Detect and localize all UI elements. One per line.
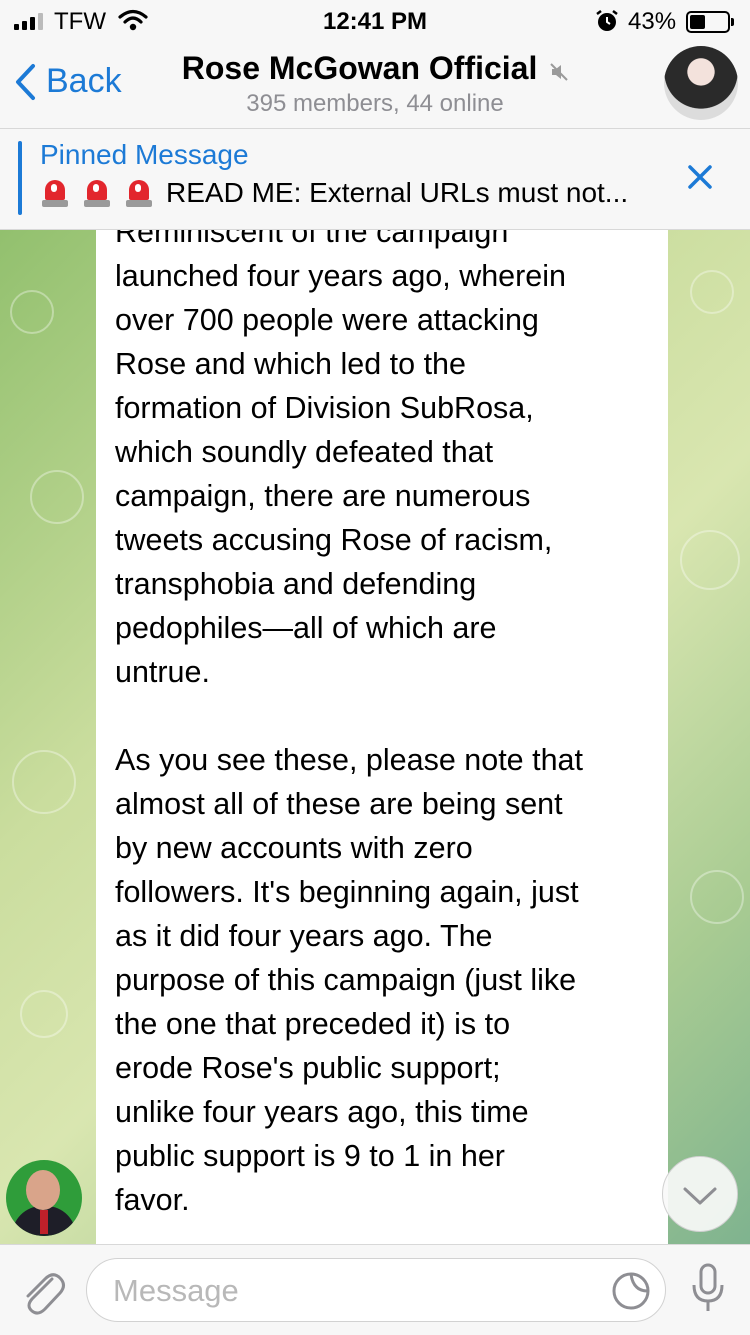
sender-avatar[interactable]: [6, 1160, 82, 1236]
chevron-down-icon: [683, 1187, 717, 1205]
chat-header: Back Rose McGowan Official 395 members, …: [0, 40, 750, 129]
wallpaper-doodle: [690, 270, 734, 314]
message-bubble[interactable]: Reminiscent of the campaign launched fou…: [96, 230, 668, 1244]
attach-button[interactable]: [18, 1265, 66, 1322]
wallpaper-doodle: [30, 470, 84, 524]
pinned-accent-bar: [18, 141, 22, 215]
battery-percentage: 43%: [628, 8, 677, 35]
wallpaper-doodle: [12, 750, 76, 814]
microphone-icon: [692, 1263, 724, 1311]
status-bar: TFW 12:41 PM 43%: [0, 0, 750, 40]
alarm-icon: [594, 8, 620, 39]
sticker-icon: [612, 1272, 650, 1310]
message-paragraph: As you see these, please note that almos…: [115, 743, 583, 1217]
close-icon: [688, 165, 712, 189]
back-label: Back: [46, 62, 122, 100]
message-composer: [0, 1244, 750, 1335]
close-pinned-button[interactable]: [686, 163, 714, 196]
pinned-text: READ ME: External URLs must not...: [166, 177, 629, 208]
siren-emoji-icon: [124, 178, 154, 208]
voice-message-button[interactable]: [690, 1263, 726, 1320]
sticker-button[interactable]: [611, 1271, 651, 1316]
message-input[interactable]: [111, 1269, 595, 1313]
battery-icon: [686, 11, 734, 33]
wallpaper-doodle: [680, 530, 740, 590]
wallpaper-doodle: [690, 870, 744, 924]
siren-emoji-icon: [82, 178, 112, 208]
group-avatar[interactable]: [664, 46, 738, 120]
paperclip-icon: [26, 1273, 65, 1315]
wallpaper-doodle: [20, 990, 68, 1038]
pinned-preview: READ ME: External URLs must not...: [40, 177, 628, 209]
siren-emoji-icon: [40, 178, 70, 208]
chevron-left-icon: [16, 63, 35, 100]
message-input-wrapper: [86, 1258, 666, 1322]
member-count: 395 members, 44 online: [246, 90, 504, 117]
pinned-label: Pinned Message: [40, 139, 249, 170]
chat-title-text: Rose McGowan Official: [181, 50, 538, 86]
back-button[interactable]: Back: [14, 62, 122, 101]
chat-area[interactable]: Reminiscent of the campaign launched fou…: [0, 230, 750, 1244]
wallpaper-doodle: [10, 290, 54, 334]
message-paragraph: Reminiscent of the campaign launched fou…: [115, 230, 567, 689]
pinned-message-banner[interactable]: Pinned Message READ ME: External URLs mu…: [0, 129, 750, 230]
muted-icon: [550, 52, 568, 89]
scroll-to-bottom-button[interactable]: [662, 1156, 738, 1232]
chat-title[interactable]: Rose McGowan Official: [160, 50, 590, 89]
